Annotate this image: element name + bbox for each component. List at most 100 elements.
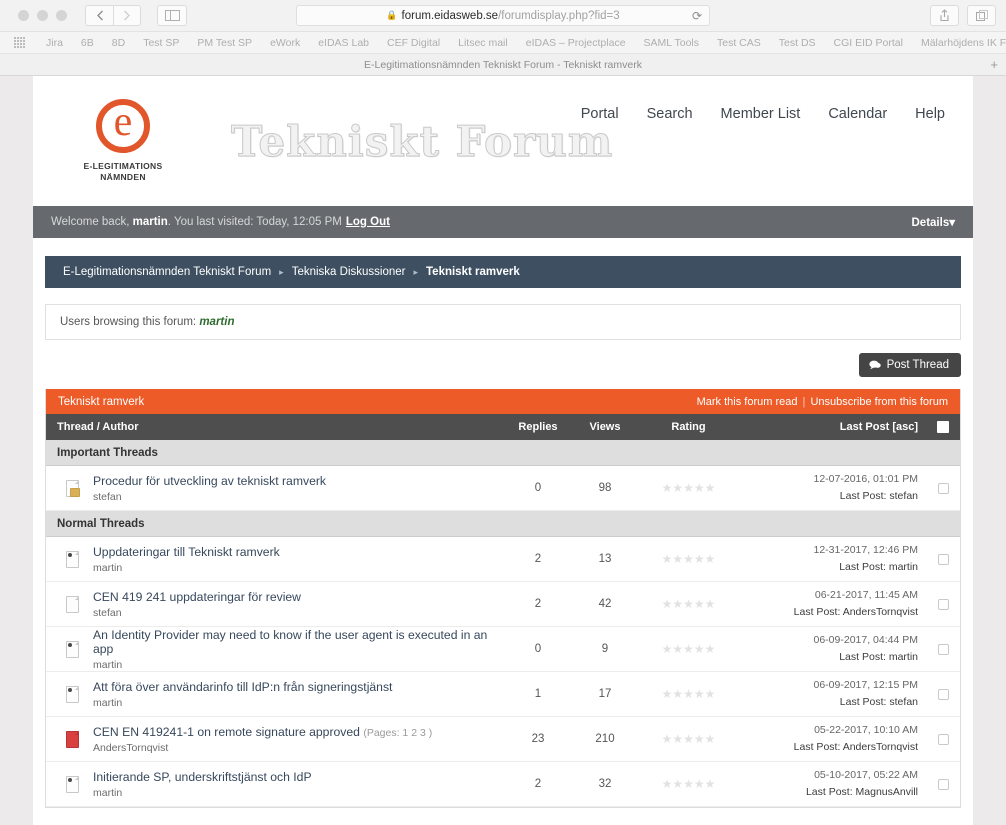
column-header-views[interactable]: Views (574, 421, 636, 433)
reload-icon[interactable]: ⟳ (692, 9, 702, 23)
minimize-window-button[interactable] (37, 10, 48, 21)
column-header-rating[interactable]: Rating (636, 421, 741, 433)
close-window-button[interactable] (18, 10, 29, 21)
column-header-last-post[interactable]: Last Post [asc] (741, 421, 926, 433)
column-header-thread[interactable]: Thread / Author (46, 421, 502, 433)
mark-forum-read-link[interactable]: Mark this forum read (697, 396, 798, 408)
table-row[interactable]: CEN 419 241 uppdateringar för review ste… (46, 582, 960, 627)
row-select-checkbox[interactable] (926, 643, 960, 655)
show-all-tabs-button[interactable] (967, 5, 996, 26)
last-post-author[interactable]: Last Post: AndersTornqvist (741, 606, 918, 619)
table-row[interactable]: CEN EN 419241-1 on remote signature appr… (46, 717, 960, 762)
star-rating-icon[interactable]: ★★★★★ (636, 732, 741, 746)
bookmark-item[interactable]: eIDAS – Projectplace (517, 37, 635, 49)
table-row[interactable]: An Identity Provider may need to know if… (46, 627, 960, 672)
thread-author[interactable]: martin (93, 659, 502, 671)
details-dropdown[interactable]: Details▾ (912, 215, 956, 229)
row-select-checkbox[interactable] (926, 553, 960, 565)
bookmark-item[interactable]: CEF Digital (378, 37, 449, 49)
forum-bar-actions: Mark this forum read | Unsubscribe from … (697, 396, 948, 408)
bookmark-item[interactable]: SAML Tools (635, 37, 708, 49)
thread-author[interactable]: stefan (93, 491, 326, 503)
breadcrumb-item-home[interactable]: E-Legitimationsnämnden Tekniskt Forum (63, 266, 271, 278)
column-header-replies[interactable]: Replies (502, 421, 574, 433)
nav-item-help[interactable]: Help (915, 106, 945, 122)
row-select-checkbox[interactable] (926, 482, 960, 494)
thread-rating[interactable]: ★★★★★ (636, 732, 741, 746)
thread-rating[interactable]: ★★★★★ (636, 597, 741, 611)
bookmark-item[interactable]: Test CAS (708, 37, 770, 49)
thread-author[interactable]: AndersTornqvist (93, 742, 432, 754)
last-post-author[interactable]: Last Post: MagnusAnvill (741, 786, 918, 799)
bookmark-item[interactable]: Jira (37, 37, 72, 49)
last-post-author[interactable]: Last Post: martin (741, 561, 918, 574)
users-browsing-user[interactable]: martin (199, 316, 234, 328)
bookmark-item[interactable]: CGI EID Portal (825, 37, 912, 49)
thread-title[interactable]: CEN 419 241 uppdateringar för review (93, 590, 301, 604)
star-rating-icon[interactable]: ★★★★★ (636, 642, 741, 656)
active-tab-title[interactable]: E-Legitimationsnämnden Tekniskt Forum - … (364, 59, 642, 71)
bookmark-item[interactable]: eWork (261, 37, 309, 49)
bookmark-item[interactable]: eIDAS Lab (309, 37, 378, 49)
site-logo[interactable]: e E-LEGITIMATIONS NÄMNDEN (63, 98, 183, 184)
breadcrumb-item-category[interactable]: Tekniska Diskussioner (292, 266, 406, 278)
thread-rating[interactable]: ★★★★★ (636, 777, 741, 791)
row-select-checkbox[interactable] (926, 688, 960, 700)
row-select-checkbox[interactable] (926, 598, 960, 610)
table-row[interactable]: Procedur för utveckling av tekniskt ramv… (46, 466, 960, 511)
bookmark-item[interactable]: Test SP (134, 37, 188, 49)
logout-link[interactable]: Log Out (346, 216, 390, 228)
star-rating-icon[interactable]: ★★★★★ (636, 687, 741, 701)
thread-rating[interactable]: ★★★★★ (636, 642, 741, 656)
apps-grid-icon[interactable] (14, 37, 25, 48)
unsubscribe-forum-link[interactable]: Unsubscribe from this forum (810, 396, 948, 408)
thread-title[interactable]: Att föra över användarinfo till IdP:n fr… (93, 680, 392, 694)
window-traffic-lights[interactable] (18, 10, 67, 21)
last-post-author[interactable]: Last Post: stefan (741, 490, 918, 503)
nav-item-search[interactable]: Search (647, 106, 693, 122)
share-button[interactable] (930, 5, 959, 26)
thread-rating[interactable]: ★★★★★ (636, 481, 741, 495)
thread-author[interactable]: martin (93, 697, 392, 709)
show-sidebar-button[interactable] (157, 5, 187, 26)
table-row[interactable]: Uppdateringar till Tekniskt ramverk mart… (46, 537, 960, 582)
bookmark-item[interactable]: Litsec mail (449, 37, 517, 49)
bookmark-item[interactable]: PM Test SP (188, 37, 261, 49)
star-rating-icon[interactable]: ★★★★★ (636, 777, 741, 791)
address-bar[interactable]: 🔒 forum.eidasweb.se/forumdisplay.php?fid… (296, 5, 710, 26)
bookmark-item[interactable]: 6B (72, 37, 103, 49)
nav-item-portal[interactable]: Portal (581, 106, 619, 122)
nav-item-calendar[interactable]: Calendar (828, 106, 887, 122)
thread-author[interactable]: stefan (93, 607, 301, 619)
bookmark-item[interactable]: Mälarhöjdens IK F-05 (912, 37, 1006, 49)
row-select-checkbox[interactable] (926, 778, 960, 790)
star-rating-icon[interactable]: ★★★★★ (636, 597, 741, 611)
thread-title[interactable]: Initierande SP, underskriftstjänst och I… (93, 770, 312, 784)
table-row[interactable]: Initierande SP, underskriftstjänst och I… (46, 762, 960, 807)
last-post-author[interactable]: Last Post: stefan (741, 696, 918, 709)
last-post-author[interactable]: Last Post: AndersTornqvist (741, 741, 918, 754)
row-select-checkbox[interactable] (926, 733, 960, 745)
star-rating-icon[interactable]: ★★★★★ (636, 552, 741, 566)
select-all-checkbox[interactable] (926, 421, 960, 433)
thread-title[interactable]: Procedur för utveckling av tekniskt ramv… (93, 474, 326, 488)
forward-button[interactable] (113, 5, 141, 26)
thread-title[interactable]: An Identity Provider may need to know if… (93, 628, 502, 656)
maximize-window-button[interactable] (56, 10, 67, 21)
thread-pages[interactable]: (Pages: 1 2 3 ) (363, 727, 432, 739)
star-rating-icon[interactable]: ★★★★★ (636, 481, 741, 495)
bookmark-item[interactable]: 8D (103, 37, 134, 49)
thread-rating[interactable]: ★★★★★ (636, 687, 741, 701)
thread-rating[interactable]: ★★★★★ (636, 552, 741, 566)
nav-item-member-list[interactable]: Member List (721, 106, 801, 122)
thread-author[interactable]: martin (93, 787, 312, 799)
thread-title[interactable]: CEN EN 419241-1 on remote signature appr… (93, 725, 432, 739)
thread-author[interactable]: martin (93, 562, 280, 574)
bookmark-item[interactable]: Test DS (770, 37, 825, 49)
table-row[interactable]: Att föra över användarinfo till IdP:n fr… (46, 672, 960, 717)
post-thread-button[interactable]: Post Thread (858, 353, 961, 377)
back-button[interactable] (85, 5, 113, 26)
last-post-author[interactable]: Last Post: martin (741, 651, 918, 664)
thread-title[interactable]: Uppdateringar till Tekniskt ramverk (93, 545, 280, 559)
new-tab-button[interactable]: + (990, 57, 998, 72)
